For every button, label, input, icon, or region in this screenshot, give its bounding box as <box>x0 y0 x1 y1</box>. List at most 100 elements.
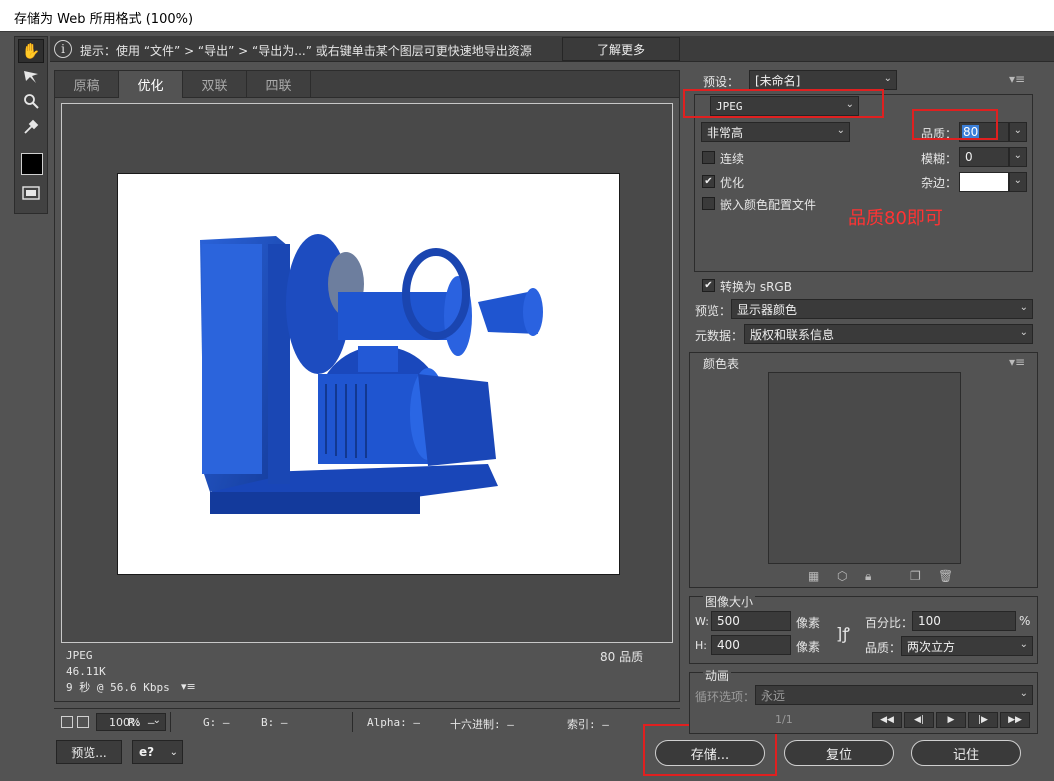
chevron-down-icon: ⌄ <box>1019 327 1028 338</box>
chevron-down-icon: ⌄ <box>836 125 845 136</box>
matte-color-swatch[interactable] <box>959 172 1009 192</box>
download-speed-menu-icon[interactable]: ▾≡ <box>181 680 196 693</box>
remember-button[interactable]: 记住 <box>911 740 1021 766</box>
blur-slider-toggle[interactable]: ⌄ <box>1009 147 1027 167</box>
status-index: 索引: — <box>567 718 609 731</box>
width-unit: 像素 <box>796 616 821 630</box>
learn-more-button[interactable]: 了解更多 <box>562 37 680 61</box>
quality-level-select[interactable]: 非常高 ⌄ <box>701 122 850 142</box>
zoom-in-button[interactable] <box>77 716 89 728</box>
optimized-checkbox[interactable]: ✔ <box>702 175 715 188</box>
preview-button[interactable]: 预览... <box>56 740 122 764</box>
percent-input[interactable]: 100 <box>912 611 1016 631</box>
frame-counter: 1/1 <box>775 713 793 726</box>
percent-unit: % <box>1019 614 1031 628</box>
eyedropper-tool-icon[interactable] <box>18 115 44 139</box>
status-alpha: Alpha: — <box>367 716 420 729</box>
tab-original[interactable]: 原稿 <box>55 71 119 98</box>
height-input[interactable]: 400 <box>711 635 791 655</box>
color-table-menu-icon[interactable]: ▾≡ <box>1009 355 1025 369</box>
checkmark-icon: ✔ <box>704 280 713 291</box>
info-format: JPEG <box>66 649 93 662</box>
preview-color-select[interactable]: 显示器颜色 ⌄ <box>731 299 1033 319</box>
last-frame-icon[interactable]: ▶▶ <box>1000 712 1030 728</box>
chevron-down-icon: ⌄ <box>1019 639 1028 650</box>
loop-options-value: 永远 <box>761 688 786 703</box>
slice-select-tool-icon[interactable] <box>18 65 44 89</box>
metadata-value: 版权和联系信息 <box>750 327 835 342</box>
width-label: W: <box>695 615 709 628</box>
color-table-grid[interactable] <box>768 372 961 564</box>
matte-label: 杂边： <box>921 176 958 190</box>
status-divider <box>170 712 171 732</box>
chevron-down-icon: ⌄ <box>1013 175 1022 186</box>
info-file-size: 46.11K <box>66 665 106 678</box>
new-color-icon[interactable]: ❐ <box>910 569 921 583</box>
metadata-label: 元数据： <box>695 329 744 343</box>
quality-level-value: 非常高 <box>707 125 744 140</box>
web-shift-icon[interactable]: ⬡ <box>837 569 847 583</box>
quality-slider-toggle[interactable]: ⌄ <box>1009 122 1027 142</box>
zoom-tool-icon[interactable] <box>18 89 44 113</box>
optimize-menu-icon[interactable]: ▾≡ <box>1009 72 1025 86</box>
progressive-checkbox[interactable] <box>702 151 715 164</box>
quality-highlight-box <box>912 109 998 140</box>
view-tabs: 原稿 优化 双联 四联 <box>54 70 680 98</box>
toggle-slices-icon[interactable] <box>18 181 44 205</box>
winch-image <box>200 234 543 514</box>
height-label: H: <box>695 639 707 652</box>
link-constrain-icon[interactable]: ]ꝭ <box>836 622 850 644</box>
eyedropper-color-swatch[interactable] <box>21 153 43 175</box>
loop-options-select[interactable]: 永远 ⌄ <box>755 685 1033 705</box>
preset-select[interactable]: [未命名] ⌄ <box>749 70 897 90</box>
map-transparency-icon[interactable]: ▦ <box>808 569 819 583</box>
format-highlight-box <box>683 89 884 118</box>
previous-frame-icon[interactable]: ◀| <box>904 712 934 728</box>
browser-icon: e? <box>139 745 155 759</box>
optimized-label: 优化 <box>720 176 745 190</box>
embed-profile-checkbox[interactable] <box>702 197 715 210</box>
status-red: R: — <box>128 716 155 729</box>
tab-4-up[interactable]: 四联 <box>247 71 311 98</box>
chevron-down-icon: ⌄ <box>1019 688 1028 699</box>
chevron-down-icon: ⌄ <box>1013 150 1022 161</box>
convert-srgb-label: 转换为 sRGB <box>720 280 792 294</box>
matte-select[interactable]: ⌄ <box>1009 172 1027 192</box>
window-title: 存储为 Web 所用格式 (100%) <box>14 12 194 27</box>
preview-info: JPEG 46.11K 9 秒 @ 56.6 Kbps <box>66 648 170 696</box>
preview-color-label: 预览： <box>695 304 732 318</box>
lock-icon[interactable]: 🔒︎ <box>865 569 871 584</box>
first-frame-icon[interactable]: ◀◀ <box>872 712 902 728</box>
info-download-time: 9 秒 @ 56.6 Kbps <box>66 681 170 694</box>
resample-quality-select[interactable]: 两次立方 ⌄ <box>901 636 1033 656</box>
embed-profile-label: 嵌入颜色配置文件 <box>720 198 817 212</box>
trash-icon[interactable]: 🗑︎ <box>938 569 953 583</box>
progressive-label: 连续 <box>720 152 745 166</box>
animation-title: 动画 <box>703 667 732 684</box>
window-titlebar: 存储为 Web 所用格式 (100%) <box>0 0 1054 32</box>
color-table-title: 颜色表 <box>703 357 740 371</box>
hand-tool-icon[interactable]: ✋ <box>18 39 44 63</box>
status-divider <box>352 712 353 732</box>
browser-preview-select[interactable]: e? ⌄ <box>132 740 183 764</box>
tab-2-up[interactable]: 双联 <box>183 71 247 98</box>
tab-optimized[interactable]: 优化 <box>119 71 183 98</box>
preview-color-value: 显示器颜色 <box>737 302 798 317</box>
play-icon[interactable]: ▶ <box>936 712 966 728</box>
image-canvas[interactable] <box>117 173 620 575</box>
width-input[interactable]: 500 <box>711 611 791 631</box>
chevron-down-icon: ⌄ <box>883 73 892 84</box>
convert-srgb-checkbox[interactable]: ✔ <box>702 279 715 292</box>
quality-annotation: 品质80即可 <box>848 208 943 229</box>
blur-input[interactable]: 0 <box>959 147 1009 167</box>
reset-button[interactable]: 复位 <box>784 740 894 766</box>
next-frame-icon[interactable]: |▶ <box>968 712 998 728</box>
zoom-out-button[interactable] <box>61 716 73 728</box>
checkmark-icon: ✔ <box>704 176 713 187</box>
metadata-select[interactable]: 版权和联系信息 ⌄ <box>744 324 1033 344</box>
resample-quality-value: 两次立方 <box>907 639 956 654</box>
height-unit: 像素 <box>796 640 821 654</box>
status-hex: 十六进制: — <box>450 718 514 731</box>
chevron-down-icon: ⌄ <box>1019 302 1028 313</box>
hint-text: 提示：使用 “文件” > “导出” > “导出为...” 或右键单击某个图层可更… <box>80 44 532 58</box>
